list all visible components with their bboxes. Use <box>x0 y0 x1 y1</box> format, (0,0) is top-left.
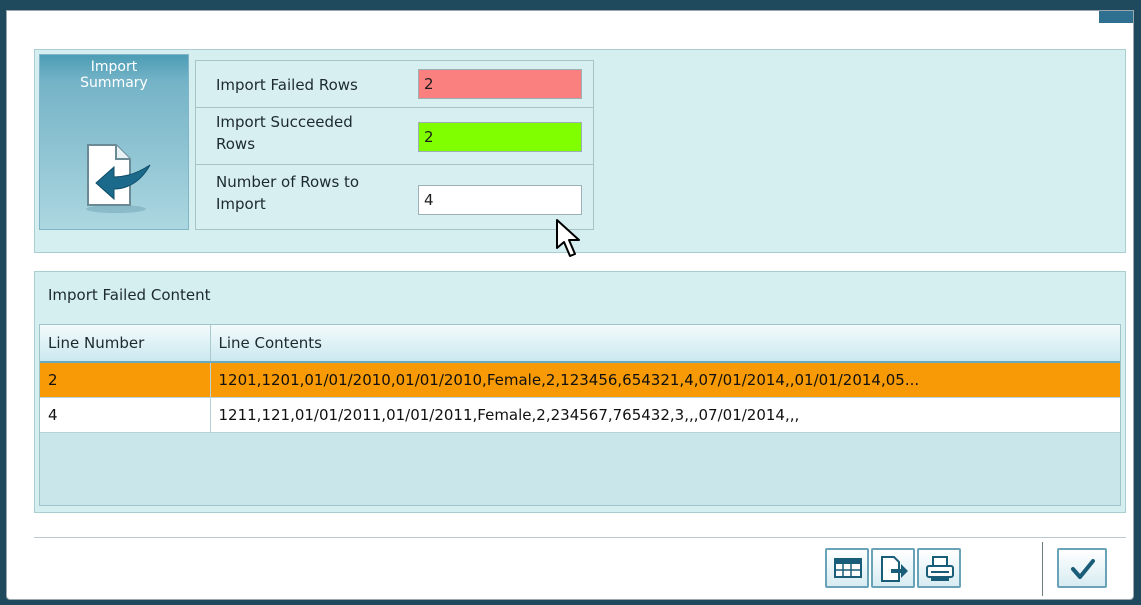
succeeded-rows-value: 2 <box>418 122 582 152</box>
column-header-line-contents[interactable]: Line Contents <box>210 325 1120 363</box>
row-line-number: 4 <box>40 397 211 433</box>
succeeded-rows-label: Import Succeeded Rows <box>216 113 353 153</box>
total-rows-field: Number of Rows to Import 4 <box>195 164 594 230</box>
row-line-number: 2 <box>40 362 211 398</box>
succeeded-rows-field: Import Succeeded Rows 2 <box>195 107 594 165</box>
grid-export-icon <box>834 558 862 578</box>
failed-rows-label: Import Failed Rows <box>216 76 358 94</box>
failed-rows-field: Import Failed Rows 2 <box>195 60 594 108</box>
export-button[interactable] <box>871 548 915 588</box>
table-row[interactable]: 4 1211,121,01/01/2011,01/01/2011,Female,… <box>40 397 1120 433</box>
import-summary-title: Import Summary <box>80 59 148 91</box>
failed-content-grid: Line Number Line Contents 2 1201,1201,01… <box>39 324 1121 506</box>
document-import-icon <box>86 144 151 213</box>
total-rows-value[interactable]: 4 <box>418 185 582 215</box>
export-grid-button[interactable] <box>825 548 869 588</box>
row-line-contents: 1211,121,01/01/2011,01/01/2011,Female,2,… <box>210 397 1120 433</box>
print-button[interactable] <box>917 548 961 588</box>
checkmark-icon <box>1071 559 1095 579</box>
mouse-cursor-icon <box>556 219 580 257</box>
import-failed-panel: Import Failed Content Line Number Line C… <box>34 271 1126 513</box>
confirm-button[interactable] <box>1057 548 1107 588</box>
failed-rows-value: 2 <box>418 69 582 99</box>
table-row[interactable]: 2 1201,1201,01/01/2010,01/01/2010,Female… <box>40 362 1120 398</box>
column-header-line-number[interactable]: Line Number <box>40 325 211 363</box>
import-summary-panel: Import Summary Import Failed Rows 2 Impo… <box>34 49 1126 257</box>
window-corner <box>1099 11 1133 23</box>
failed-content-title: Import Failed Content <box>48 286 211 304</box>
grid-header-row: Line Number Line Contents <box>40 325 1120 363</box>
export-arrow-icon <box>881 556 908 582</box>
total-rows-label: Number of Rows to Import <box>216 173 360 213</box>
row-line-contents: 1201,1201,01/01/2010,01/01/2010,Female,2… <box>210 362 1120 398</box>
toolbar-separator <box>1042 542 1043 596</box>
import-dialog: Import Summary Import Failed Rows 2 Impo… <box>6 10 1134 600</box>
import-summary-tile: Import Summary <box>39 54 189 230</box>
print-icon <box>926 556 954 581</box>
footer-divider <box>34 537 1126 538</box>
